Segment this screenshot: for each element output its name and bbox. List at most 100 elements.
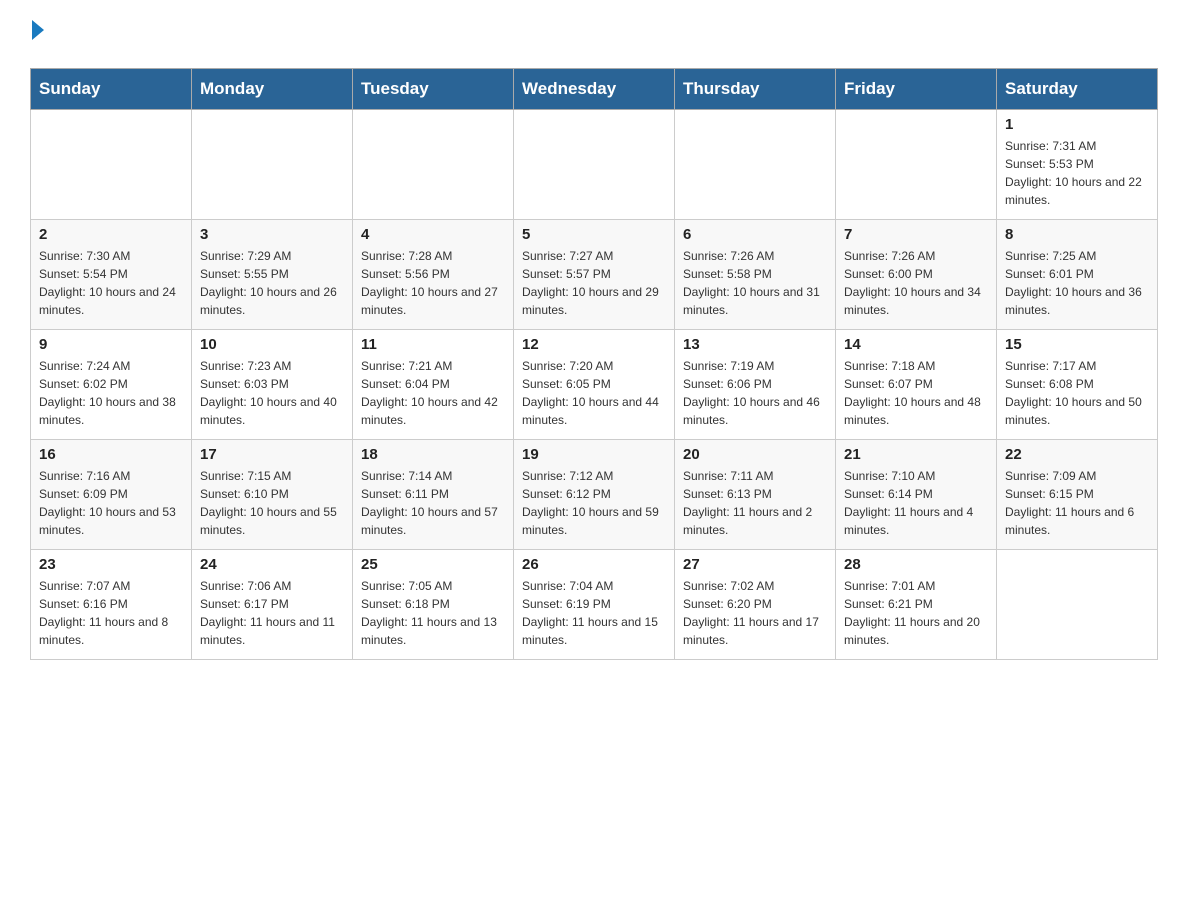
calendar-cell: 23 Sunrise: 7:07 AMSunset: 6:16 PMDayligh…	[31, 550, 192, 660]
calendar-cell: 19 Sunrise: 7:12 AMSunset: 6:12 PMDayligh…	[514, 440, 675, 550]
day-info: Sunrise: 7:26 AMSunset: 6:00 PMDaylight:…	[844, 247, 988, 319]
day-info: Sunrise: 7:11 AMSunset: 6:13 PMDaylight:…	[683, 467, 827, 539]
day-number: 14	[844, 336, 988, 353]
calendar-cell	[836, 110, 997, 220]
calendar-cell: 8 Sunrise: 7:25 AMSunset: 6:01 PMDaylight…	[997, 220, 1158, 330]
day-info: Sunrise: 7:26 AMSunset: 5:58 PMDaylight:…	[683, 247, 827, 319]
day-number: 21	[844, 446, 988, 463]
calendar-cell: 24 Sunrise: 7:06 AMSunset: 6:17 PMDayligh…	[192, 550, 353, 660]
day-info: Sunrise: 7:04 AMSunset: 6:19 PMDaylight:…	[522, 577, 666, 649]
calendar-cell	[353, 110, 514, 220]
calendar-cell: 10 Sunrise: 7:23 AMSunset: 6:03 PMDayligh…	[192, 330, 353, 440]
day-info: Sunrise: 7:20 AMSunset: 6:05 PMDaylight:…	[522, 357, 666, 429]
day-number: 18	[361, 446, 505, 463]
day-info: Sunrise: 7:28 AMSunset: 5:56 PMDaylight:…	[361, 247, 505, 319]
week-row-2: 2 Sunrise: 7:30 AMSunset: 5:54 PMDaylight…	[31, 220, 1158, 330]
day-info: Sunrise: 7:15 AMSunset: 6:10 PMDaylight:…	[200, 467, 344, 539]
day-number: 9	[39, 336, 183, 353]
day-info: Sunrise: 7:14 AMSunset: 6:11 PMDaylight:…	[361, 467, 505, 539]
day-number: 13	[683, 336, 827, 353]
day-number: 11	[361, 336, 505, 353]
day-number: 22	[1005, 446, 1149, 463]
logo	[30, 20, 44, 48]
week-row-5: 23 Sunrise: 7:07 AMSunset: 6:16 PMDayligh…	[31, 550, 1158, 660]
weekday-header-wednesday: Wednesday	[514, 69, 675, 110]
weekday-header-row: SundayMondayTuesdayWednesdayThursdayFrid…	[31, 69, 1158, 110]
calendar-cell: 17 Sunrise: 7:15 AMSunset: 6:10 PMDayligh…	[192, 440, 353, 550]
day-number: 3	[200, 226, 344, 243]
day-number: 10	[200, 336, 344, 353]
day-number: 25	[361, 556, 505, 573]
day-info: Sunrise: 7:12 AMSunset: 6:12 PMDaylight:…	[522, 467, 666, 539]
day-info: Sunrise: 7:05 AMSunset: 6:18 PMDaylight:…	[361, 577, 505, 649]
week-row-1: 1Sunrise: 7:31 AMSunset: 5:53 PMDaylight…	[31, 110, 1158, 220]
calendar-cell: 26 Sunrise: 7:04 AMSunset: 6:19 PMDayligh…	[514, 550, 675, 660]
calendar-cell: 21 Sunrise: 7:10 AMSunset: 6:14 PMDayligh…	[836, 440, 997, 550]
weekday-header-saturday: Saturday	[997, 69, 1158, 110]
day-info: Sunrise: 7:21 AMSunset: 6:04 PMDaylight:…	[361, 357, 505, 429]
day-number: 24	[200, 556, 344, 573]
calendar-table: SundayMondayTuesdayWednesdayThursdayFrid…	[30, 68, 1158, 660]
calendar-cell: 16 Sunrise: 7:16 AMSunset: 6:09 PMDayligh…	[31, 440, 192, 550]
calendar-cell: 14 Sunrise: 7:18 AMSunset: 6:07 PMDayligh…	[836, 330, 997, 440]
day-info: Sunrise: 7:06 AMSunset: 6:17 PMDaylight:…	[200, 577, 344, 649]
day-number: 5	[522, 226, 666, 243]
calendar-cell	[31, 110, 192, 220]
calendar-cell: 9Sunrise: 7:24 AMSunset: 6:02 PMDaylight…	[31, 330, 192, 440]
calendar-cell: 28 Sunrise: 7:01 AMSunset: 6:21 PMDayligh…	[836, 550, 997, 660]
day-info: Sunrise: 7:07 AMSunset: 6:16 PMDaylight:…	[39, 577, 183, 649]
logo-arrow-icon	[32, 20, 44, 40]
weekday-header-monday: Monday	[192, 69, 353, 110]
calendar-cell: 7Sunrise: 7:26 AMSunset: 6:00 PMDaylight…	[836, 220, 997, 330]
day-number: 23	[39, 556, 183, 573]
calendar-cell: 3 Sunrise: 7:29 AMSunset: 5:55 PMDaylight…	[192, 220, 353, 330]
weekday-header-friday: Friday	[836, 69, 997, 110]
day-info: Sunrise: 7:23 AMSunset: 6:03 PMDaylight:…	[200, 357, 344, 429]
calendar-cell	[675, 110, 836, 220]
day-number: 15	[1005, 336, 1149, 353]
day-info: Sunrise: 7:19 AMSunset: 6:06 PMDaylight:…	[683, 357, 827, 429]
day-info: Sunrise: 7:18 AMSunset: 6:07 PMDaylight:…	[844, 357, 988, 429]
calendar-cell: 5 Sunrise: 7:27 AMSunset: 5:57 PMDaylight…	[514, 220, 675, 330]
day-info: Sunrise: 7:01 AMSunset: 6:21 PMDaylight:…	[844, 577, 988, 649]
calendar-cell: 11 Sunrise: 7:21 AMSunset: 6:04 PMDayligh…	[353, 330, 514, 440]
calendar-cell: 1Sunrise: 7:31 AMSunset: 5:53 PMDaylight…	[997, 110, 1158, 220]
weekday-header-tuesday: Tuesday	[353, 69, 514, 110]
day-number: 16	[39, 446, 183, 463]
day-info: Sunrise: 7:31 AMSunset: 5:53 PMDaylight:…	[1005, 137, 1149, 209]
day-number: 8	[1005, 226, 1149, 243]
calendar-cell: 18 Sunrise: 7:14 AMSunset: 6:11 PMDayligh…	[353, 440, 514, 550]
weekday-header-sunday: Sunday	[31, 69, 192, 110]
day-number: 27	[683, 556, 827, 573]
day-number: 2	[39, 226, 183, 243]
day-number: 19	[522, 446, 666, 463]
calendar-cell: 25 Sunrise: 7:05 AMSunset: 6:18 PMDayligh…	[353, 550, 514, 660]
day-number: 6	[683, 226, 827, 243]
day-info: Sunrise: 7:27 AMSunset: 5:57 PMDaylight:…	[522, 247, 666, 319]
week-row-4: 16 Sunrise: 7:16 AMSunset: 6:09 PMDayligh…	[31, 440, 1158, 550]
calendar-cell: 27 Sunrise: 7:02 AMSunset: 6:20 PMDayligh…	[675, 550, 836, 660]
day-info: Sunrise: 7:02 AMSunset: 6:20 PMDaylight:…	[683, 577, 827, 649]
day-info: Sunrise: 7:16 AMSunset: 6:09 PMDaylight:…	[39, 467, 183, 539]
calendar-cell: 15 Sunrise: 7:17 AMSunset: 6:08 PMDayligh…	[997, 330, 1158, 440]
day-info: Sunrise: 7:10 AMSunset: 6:14 PMDaylight:…	[844, 467, 988, 539]
day-number: 26	[522, 556, 666, 573]
day-number: 28	[844, 556, 988, 573]
day-info: Sunrise: 7:29 AMSunset: 5:55 PMDaylight:…	[200, 247, 344, 319]
day-info: Sunrise: 7:09 AMSunset: 6:15 PMDaylight:…	[1005, 467, 1149, 539]
calendar-cell: 20Sunrise: 7:11 AMSunset: 6:13 PMDayligh…	[675, 440, 836, 550]
calendar-cell	[514, 110, 675, 220]
calendar-cell: 4 Sunrise: 7:28 AMSunset: 5:56 PMDaylight…	[353, 220, 514, 330]
day-number: 4	[361, 226, 505, 243]
page-header	[30, 20, 1158, 48]
calendar-cell	[997, 550, 1158, 660]
calendar-cell: 13 Sunrise: 7:19 AMSunset: 6:06 PMDayligh…	[675, 330, 836, 440]
day-info: Sunrise: 7:17 AMSunset: 6:08 PMDaylight:…	[1005, 357, 1149, 429]
calendar-cell: 12Sunrise: 7:20 AMSunset: 6:05 PMDayligh…	[514, 330, 675, 440]
week-row-3: 9Sunrise: 7:24 AMSunset: 6:02 PMDaylight…	[31, 330, 1158, 440]
weekday-header-thursday: Thursday	[675, 69, 836, 110]
day-info: Sunrise: 7:25 AMSunset: 6:01 PMDaylight:…	[1005, 247, 1149, 319]
calendar-cell: 2 Sunrise: 7:30 AMSunset: 5:54 PMDaylight…	[31, 220, 192, 330]
day-number: 17	[200, 446, 344, 463]
day-info: Sunrise: 7:30 AMSunset: 5:54 PMDaylight:…	[39, 247, 183, 319]
